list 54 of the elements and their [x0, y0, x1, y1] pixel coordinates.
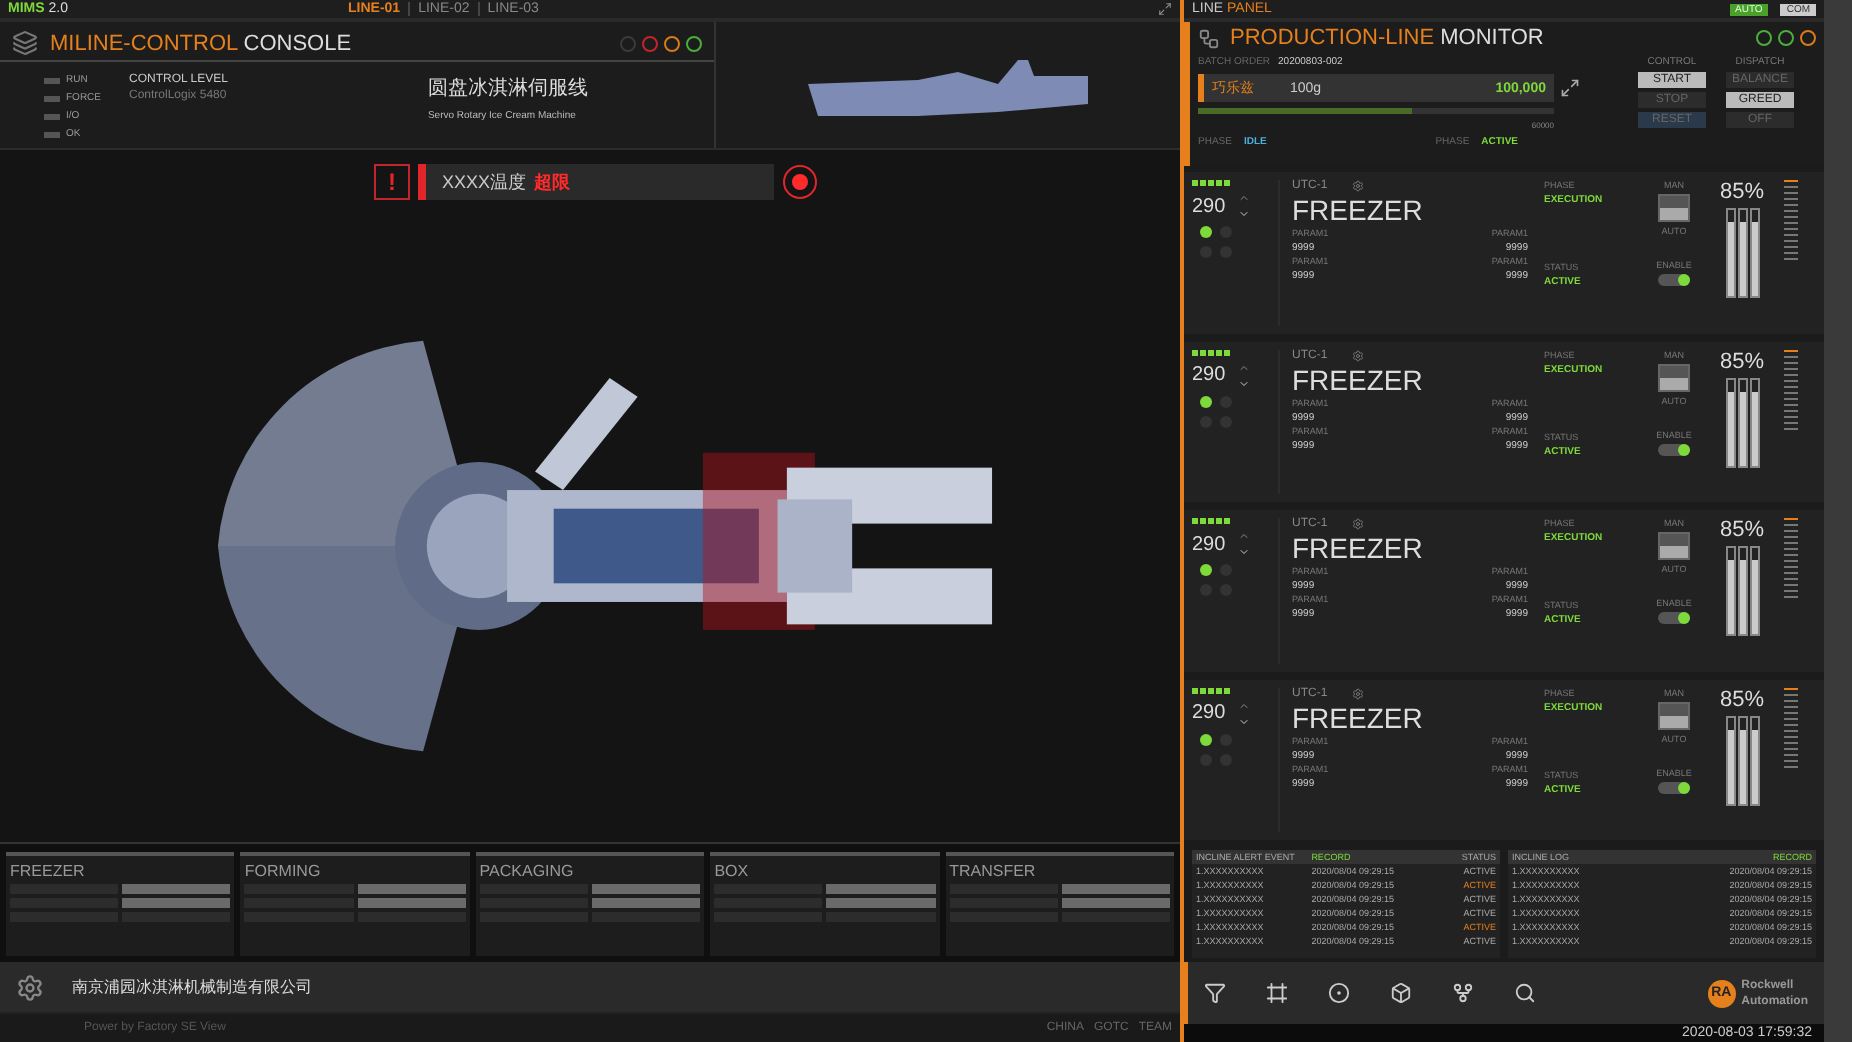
indicator-light: [44, 131, 60, 137]
alarm-target-icon[interactable]: [782, 164, 818, 200]
down-icon[interactable]: [1237, 377, 1250, 389]
unit-name: FREEZER: [1292, 194, 1425, 226]
percent-value: 85%: [1719, 180, 1765, 204]
indicator-light: [44, 95, 60, 101]
alert-icon: !: [374, 164, 410, 200]
speed-value: 290: [1192, 364, 1226, 386]
unit-name: FREEZER: [1292, 532, 1425, 564]
speed-value: 290: [1192, 533, 1226, 555]
mode-switch[interactable]: [1658, 363, 1690, 391]
company-name: 南京浦园冰淇淋机械制造有限公司: [72, 976, 312, 998]
enable-toggle[interactable]: [1658, 274, 1690, 286]
settings-icon[interactable]: [1351, 349, 1364, 361]
enable-toggle[interactable]: [1658, 443, 1690, 455]
machine-name-cn: 圆盘冰淇淋伺服线: [427, 75, 588, 102]
percent-value: 85%: [1719, 687, 1765, 711]
settings-icon[interactable]: [1351, 180, 1364, 192]
station-name: PACKAGING: [479, 862, 576, 880]
target-icon[interactable]: [1328, 982, 1350, 1004]
workflow-icon: [1198, 27, 1220, 49]
down-icon[interactable]: [1237, 208, 1250, 220]
expand-icon[interactable]: [1560, 78, 1580, 98]
frame-icon[interactable]: [1266, 982, 1288, 1004]
station-name: FORMING: [244, 862, 323, 880]
filter-icon[interactable]: [1204, 982, 1226, 1004]
station-name: FREEZER: [10, 862, 87, 880]
branch-icon[interactable]: [1452, 982, 1474, 1004]
speed-value: 290: [1192, 702, 1226, 724]
indicator-light: [44, 77, 60, 83]
cube-icon[interactable]: [1390, 982, 1412, 1004]
settings-icon[interactable]: [1351, 687, 1364, 699]
speed-value: 290: [1192, 195, 1226, 217]
console-title: MILINE-CONTROL CONSOLE: [50, 31, 352, 55]
percent-value: 85%: [1719, 518, 1765, 542]
enable-toggle[interactable]: [1658, 781, 1690, 793]
settings-icon[interactable]: [1351, 518, 1364, 530]
expand-icon[interactable]: [1158, 2, 1172, 16]
unit-name: FREEZER: [1292, 363, 1425, 395]
search-icon[interactable]: [1514, 982, 1536, 1004]
station-name: BOX: [714, 862, 751, 880]
percent-value: 85%: [1719, 349, 1765, 373]
mode-switch[interactable]: [1658, 532, 1690, 560]
down-icon[interactable]: [1237, 546, 1250, 558]
alert-banner: XXXX温度 超限: [418, 164, 774, 200]
monitor-title: PRODUCTION-LINE MONITOR: [1230, 26, 1544, 50]
unit-name: FREEZER: [1292, 701, 1425, 733]
station-name: TRANSFER: [949, 862, 1038, 880]
enable-toggle[interactable]: [1658, 612, 1690, 624]
mode-switch[interactable]: [1658, 701, 1690, 729]
mode-switch[interactable]: [1658, 194, 1690, 222]
layers-icon: [12, 30, 38, 56]
indicator-light: [44, 113, 60, 119]
down-icon[interactable]: [1237, 715, 1250, 727]
